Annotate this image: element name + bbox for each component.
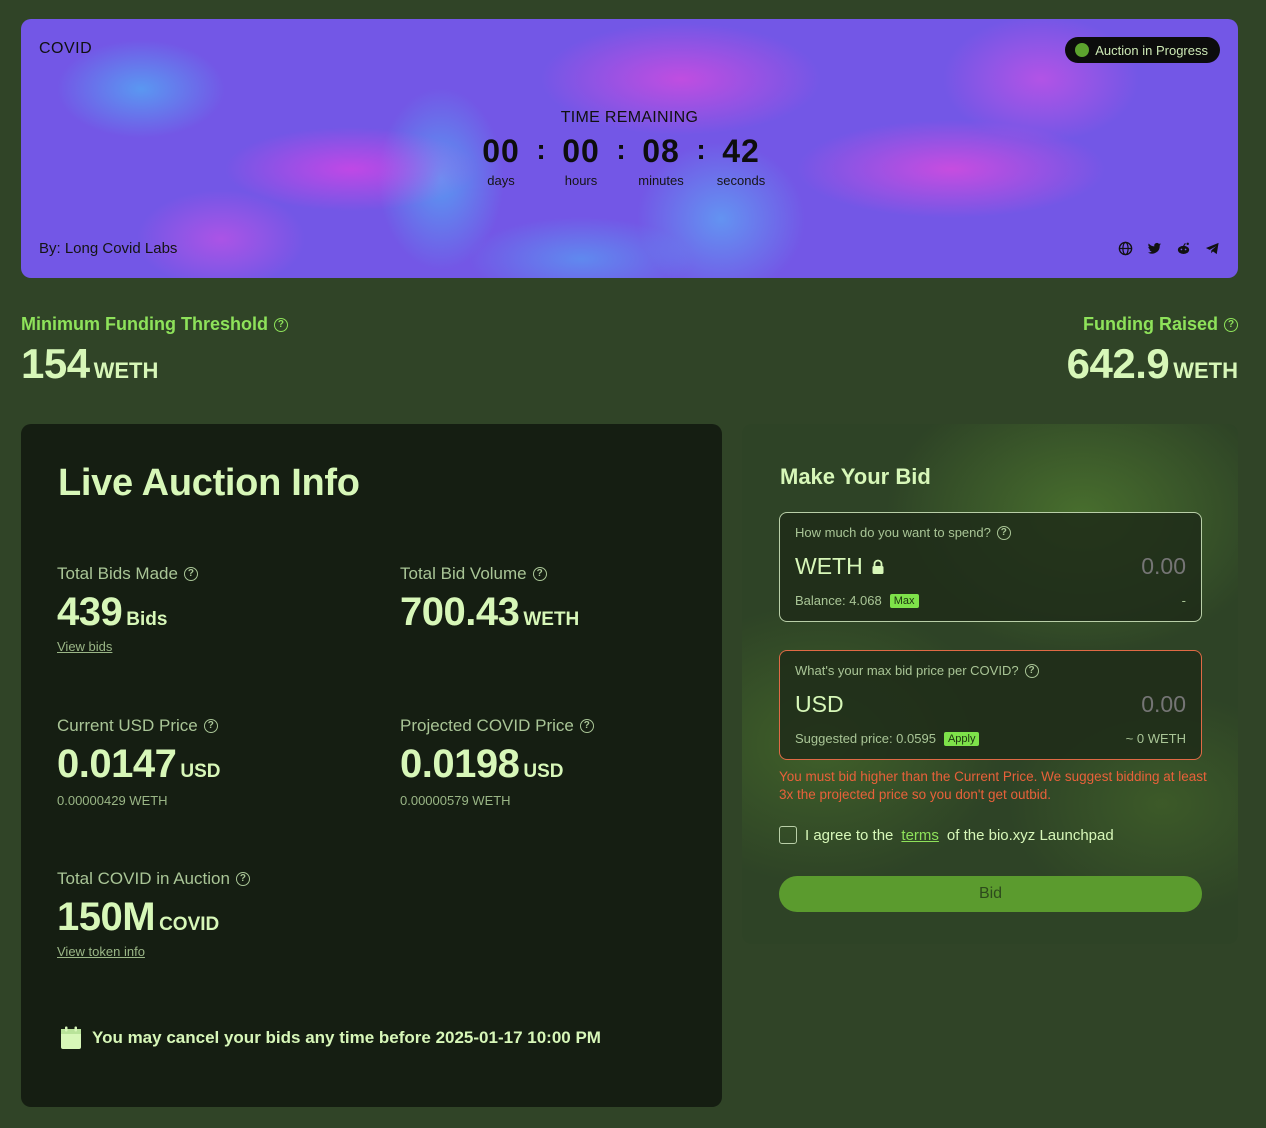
terms-link[interactable]: terms [901,827,939,844]
timer-separator: : [696,134,706,165]
max-price-input[interactable] [1026,691,1186,718]
timer-minutes: 08 minutes [638,133,684,188]
funding-raised-value: 642.9 WETH [1066,340,1238,387]
status-dot-icon [1075,43,1090,57]
live-auction-card: Live Auction Info Total Bids Made ? 439 … [21,424,722,1107]
total-bid-volume-stat: Total Bid Volume ? 700.43 WETH [400,564,580,634]
total-bids-stat: Total Bids Made ? 439 Bids View bids [57,564,198,654]
max-bid-price-box: What's your max bid price per COVID? ? U… [779,650,1202,760]
min-funding-value: 154 WETH [21,340,159,387]
timer-separator: : [536,134,546,165]
timer-separator: : [616,134,626,165]
price-weth-equivalent: ~ 0 WETH [1125,731,1186,746]
token-name: COVID [39,40,93,57]
projected-price-stat: Projected COVID Price ? 0.0198 USD 0.000… [400,716,594,808]
timer-hours: 00 hours [562,133,600,188]
price-currency: USD [795,691,844,717]
view-token-info-link[interactable]: View token info [57,944,250,959]
max-button[interactable]: Max [889,593,919,608]
lock-icon [872,559,884,574]
help-icon[interactable]: ? [532,567,547,581]
help-icon[interactable]: ? [1224,317,1238,332]
help-icon[interactable]: ? [235,872,250,886]
current-usd-price-stat: Current USD Price ? 0.0147 USD 0.0000042… [57,716,221,808]
spend-amount-box: How much do you want to spend? ? WETH Ba… [779,512,1202,622]
terms-agreement: I agree to the terms of the bio.xyz Laun… [779,826,1114,844]
auction-status-text: Auction in Progress [1095,42,1208,58]
cancel-deadline-note: You may cancel your bids any time before… [60,1026,601,1050]
suggested-price: Suggested price: 0.0595 [795,731,936,746]
auction-status-badge: Auction in Progress [1065,37,1220,63]
funding-raised-label: Funding Raised ? [1083,314,1238,335]
live-auction-title: Live Auction Info [58,462,360,504]
terms-checkbox[interactable] [779,826,797,844]
help-icon[interactable]: ? [1024,663,1039,678]
apply-button[interactable]: Apply [943,731,980,746]
social-links [1117,240,1220,256]
reddit-icon[interactable] [1175,240,1191,256]
view-bids-link[interactable]: View bids [57,639,198,654]
help-icon[interactable]: ? [273,317,288,332]
total-covid-stat: Total COVID in Auction ? 150M COVID View… [57,869,250,959]
timer-label: TIME REMAINING [560,109,699,126]
help-icon[interactable]: ? [203,719,218,733]
spend-amount-input[interactable] [1026,553,1186,580]
spend-usd-equivalent: - [1181,593,1186,608]
twitter-icon[interactable] [1146,240,1162,256]
countdown-timer: 00 days : 00 hours : 08 minutes : 42 sec… [480,133,766,188]
help-icon[interactable]: ? [183,567,198,581]
telegram-icon[interactable] [1204,240,1220,256]
make-bid-panel: Make Your Bid How much do you want to sp… [742,424,1238,944]
make-bid-title: Make Your Bid [780,464,931,489]
min-funding-label: Minimum Funding Threshold ? [21,314,288,335]
auction-hero-banner: COVID Auction in Progress TIME REMAINING… [21,19,1238,278]
timer-days: 00 days [482,133,520,188]
calendar-icon [61,1026,81,1049]
globe-icon[interactable] [1117,240,1133,256]
timer-seconds: 42 seconds [716,133,766,188]
project-author: By: Long Covid Labs [39,240,178,257]
spend-currency: WETH [795,553,885,580]
help-icon[interactable]: ? [996,525,1011,540]
bid-button[interactable]: Bid [779,876,1202,912]
help-icon[interactable]: ? [579,719,594,733]
wallet-balance: Balance: 4.068 [795,593,882,608]
bid-error-message: You must bid higher than the Current Pri… [779,769,1207,802]
